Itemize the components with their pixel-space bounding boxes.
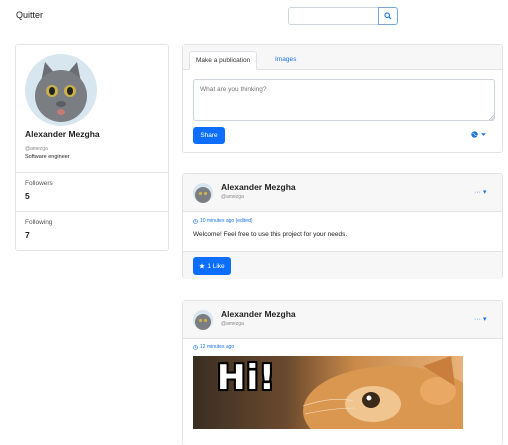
clock-icon xyxy=(193,218,198,224)
post-footer: 1 Like xyxy=(183,251,502,279)
post-text: Welcome! Feel free to use this project f… xyxy=(193,231,348,238)
post-card: Alexander Mezgha @amezga ··· ▾ 12 minute… xyxy=(182,300,503,445)
followers-label: Followers xyxy=(25,180,53,187)
profile-handle: @amezga xyxy=(25,146,48,152)
post-options-menu[interactable]: ··· ▾ xyxy=(474,315,486,323)
post-author[interactable]: Alexander Mezgha xyxy=(221,182,296,192)
post-time-text: 12 minutes ago xyxy=(200,344,235,350)
composer-tabs: Make a publication Images xyxy=(183,45,502,70)
avatar[interactable] xyxy=(193,310,213,330)
tab-images[interactable]: Images xyxy=(269,51,302,70)
chevron-down-icon xyxy=(481,133,486,136)
profile-name: Alexander Mezgha xyxy=(25,129,100,139)
search-bar xyxy=(288,7,398,25)
profile-card: Alexander Mezgha @amezga Software engine… xyxy=(15,44,169,251)
post-card: Alexander Mezgha @amezga ··· ▾ 10 minute… xyxy=(182,173,503,279)
post-timestamp: 10 minutes ago (edited) xyxy=(193,218,253,224)
tab-make-publication[interactable]: Make a publication xyxy=(189,51,258,70)
resize-handle-icon[interactable] xyxy=(489,115,494,120)
followers-count: 5 xyxy=(25,191,30,201)
globe-icon xyxy=(471,131,478,138)
following-stat[interactable]: Following 7 xyxy=(16,211,168,247)
search-icon xyxy=(384,12,392,20)
publication-composer: Make a publication Images Share xyxy=(182,44,503,153)
profile-role: Software engineer xyxy=(25,154,70,160)
post-timestamp: 12 minutes ago xyxy=(193,344,234,350)
publication-textarea[interactable] xyxy=(193,79,495,121)
following-label: Following xyxy=(25,219,53,226)
post-handle: @amezga xyxy=(221,194,244,200)
post-image-caption: Hi! xyxy=(217,358,276,398)
clock-icon xyxy=(193,344,198,350)
avatar xyxy=(25,54,97,126)
post-image[interactable]: Hi! xyxy=(193,356,463,429)
post-time-text: 10 minutes ago (edited) xyxy=(200,218,253,224)
post-author[interactable]: Alexander Mezgha xyxy=(221,309,296,319)
brand-logo[interactable]: Quitter xyxy=(16,10,43,20)
post-header: Alexander Mezgha @amezga ··· ▾ xyxy=(183,174,502,212)
like-button[interactable]: 1 Like xyxy=(193,257,231,275)
avatar[interactable] xyxy=(193,183,213,203)
following-count: 7 xyxy=(25,230,30,240)
followers-stat[interactable]: Followers 5 xyxy=(16,172,168,208)
post-options-menu[interactable]: ··· ▾ xyxy=(474,188,486,196)
post-handle: @amezga xyxy=(221,321,244,327)
share-button[interactable]: Share xyxy=(193,127,225,144)
visibility-dropdown[interactable] xyxy=(471,131,486,138)
search-button[interactable] xyxy=(378,7,398,25)
post-header: Alexander Mezgha @amezga ··· ▾ xyxy=(183,301,502,339)
like-label: 1 Like xyxy=(207,262,225,270)
search-input[interactable] xyxy=(288,7,378,25)
star-icon xyxy=(199,263,206,269)
